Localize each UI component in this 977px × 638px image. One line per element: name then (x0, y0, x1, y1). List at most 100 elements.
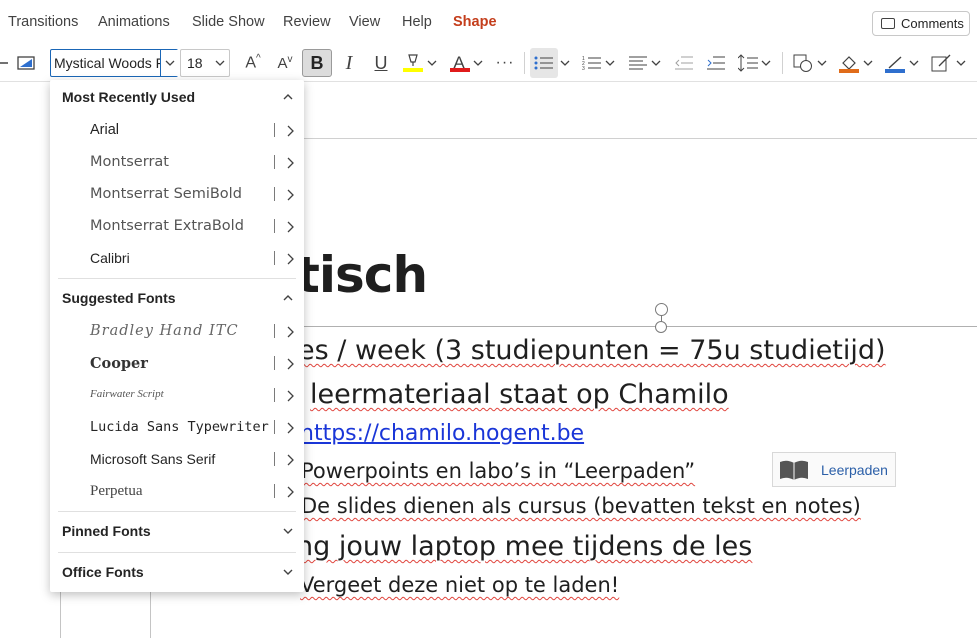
slide-title[interactable]: tisch (296, 246, 428, 304)
leerpaden-image[interactable]: Leerpaden (772, 452, 896, 487)
tab-transitions[interactable]: Transitions (8, 14, 78, 30)
shape-outline-dropdown[interactable] (908, 44, 920, 82)
chevron-down-icon (473, 60, 483, 66)
font-color-dropdown[interactable] (472, 44, 484, 82)
font-item-montserrat-extrabold[interactable]: Montserrat ExtraBold (90, 218, 244, 234)
numbering-dropdown[interactable] (604, 44, 616, 82)
font-color-button[interactable]: A (448, 44, 470, 82)
decrease-indent-button[interactable] (672, 44, 696, 82)
tab-view[interactable]: View (349, 14, 380, 30)
bullet-text: leermateriaal staat op Chamilo (310, 379, 729, 410)
tab-animations[interactable]: Animations (98, 14, 170, 30)
highlight-button[interactable] (400, 44, 426, 82)
decrease-font-size-button[interactable]: Av (272, 44, 298, 82)
chevron-down-icon (165, 60, 174, 66)
chevron-up-icon[interactable] (282, 292, 294, 304)
chevron-up-icon[interactable] (282, 91, 294, 103)
shapes-dropdown[interactable] (816, 44, 828, 82)
resize-handle[interactable] (655, 321, 667, 333)
shape-effects-button[interactable] (928, 44, 954, 82)
section-office-fonts[interactable]: Office Fonts (62, 564, 144, 580)
chevron-down-icon (863, 60, 873, 66)
tab-slide-show[interactable]: Slide Show (192, 14, 265, 30)
shape-fill-button[interactable] (836, 44, 862, 82)
font-name-input[interactable]: Mystical Woods F (50, 49, 178, 77)
bullets-button[interactable] (530, 48, 558, 78)
section-most-recently-used[interactable]: Most Recently Used (62, 89, 195, 105)
font-item-fairwater-script[interactable]: Fairwater Script (90, 388, 164, 400)
slide-bullet-5[interactable]: De slides dienen als cursus (bevatten te… (301, 494, 861, 518)
chevron-right-icon[interactable] (285, 422, 295, 434)
slide-bullet-4[interactable]: Powerpoints en labo’s in “Leerpaden” (301, 459, 695, 483)
shape-style-icon[interactable] (14, 44, 38, 82)
slide-bullet-6[interactable]: ng jouw laptop mee tijdens de les (296, 531, 752, 562)
font-item-bradley-hand-itc[interactable]: Bradley Hand ITC (90, 323, 239, 339)
font-size-dropdown-button[interactable] (212, 44, 228, 82)
font-item-perpetua[interactable]: Perpetua (90, 483, 142, 500)
chevron-right-icon[interactable] (285, 454, 295, 466)
shape-fill-dropdown[interactable] (862, 44, 874, 82)
tab-review[interactable]: Review (283, 14, 331, 30)
underline-button[interactable]: U (370, 44, 392, 82)
chevron-right-icon[interactable] (285, 486, 295, 498)
font-item-microsoft-sans-serif[interactable]: Microsoft Sans Serif (90, 451, 215, 467)
chevron-down-icon (761, 60, 771, 66)
slide-bullet-7[interactable]: Vergeet deze niet op te laden! (300, 573, 619, 597)
section-pinned-fonts[interactable]: Pinned Fonts (62, 523, 151, 539)
font-item-calibri[interactable]: Calibri (90, 250, 130, 266)
numbered-list-icon: 123 (582, 56, 601, 71)
font-item-montserrat-semibold[interactable]: Montserrat SemiBold (90, 186, 242, 202)
chevron-down-icon (956, 60, 966, 66)
font-item-arial[interactable]: Arial (90, 122, 119, 138)
chevron-right-icon[interactable] (285, 189, 295, 201)
shapes-button[interactable] (790, 44, 816, 82)
chevron-right-icon[interactable] (285, 221, 295, 233)
font-dropdown: Most Recently Used Arial Montserrat Mont… (50, 80, 304, 592)
comments-button[interactable]: Comments (872, 11, 970, 36)
bullet-text: Powerpoints en labo’s in “Leerpaden” (301, 459, 696, 483)
tab-help[interactable]: Help (402, 14, 432, 30)
font-item-cooper[interactable]: Cooper (90, 355, 148, 372)
highlight-dropdown[interactable] (426, 44, 438, 82)
shape-outline-button[interactable] (882, 44, 908, 82)
section-suggested-fonts[interactable]: Suggested Fonts (62, 290, 176, 306)
chevron-down-icon (560, 60, 570, 66)
increase-font-size-button[interactable]: A^ (240, 44, 266, 82)
font-item-lucida-sans-typewriter[interactable]: Lucida Sans Typewriter (90, 419, 269, 435)
chevron-right-icon[interactable] (285, 390, 295, 402)
font-name-dropdown-button[interactable] (160, 50, 178, 76)
slide-bullet-1[interactable]: es / week (3 studiepunten = 75u studieti… (298, 335, 886, 366)
line-spacing-button[interactable] (736, 44, 760, 82)
chevron-down-icon (817, 60, 827, 66)
align-button[interactable] (626, 44, 650, 82)
italic-button[interactable]: I (338, 44, 360, 82)
slide-bullet-2[interactable]: leermateriaal staat op Chamilo (310, 379, 729, 410)
chevron-down-icon[interactable] (282, 525, 294, 537)
chevron-right-icon[interactable] (285, 125, 295, 137)
chevron-right-icon[interactable] (285, 253, 295, 265)
chevron-down-icon[interactable] (282, 566, 294, 578)
item-separator (274, 187, 275, 201)
chevron-right-icon[interactable] (285, 326, 295, 338)
tab-shape[interactable]: Shape (453, 14, 497, 30)
font-item-montserrat[interactable]: Montserrat (90, 154, 169, 170)
ribbon: Mystical Woods F 18 A^ Av B I U A ··· 12… (0, 44, 977, 82)
shape-outline-swatch (885, 69, 905, 73)
item-separator (274, 251, 275, 265)
bold-button[interactable]: B (302, 49, 332, 77)
section-divider (58, 511, 296, 512)
line-spacing-dropdown[interactable] (760, 44, 772, 82)
slide-top-edge (300, 138, 977, 139)
chamilo-link[interactable]: https://chamilo.hogent.be (300, 421, 584, 446)
numbering-button[interactable]: 123 (580, 44, 604, 82)
chevron-right-icon[interactable] (285, 157, 295, 169)
prev-group-edge (0, 44, 8, 82)
chevron-right-icon[interactable] (285, 358, 295, 370)
increase-indent-button[interactable] (704, 44, 728, 82)
bullets-dropdown[interactable] (559, 44, 571, 82)
more-options-button[interactable]: ··· (492, 44, 518, 82)
align-dropdown[interactable] (650, 44, 662, 82)
highlight-color-swatch (403, 68, 423, 72)
shape-effects-dropdown[interactable] (954, 44, 968, 82)
bullet-text: es / week (3 studiepunten = 75u studieti… (298, 335, 886, 366)
